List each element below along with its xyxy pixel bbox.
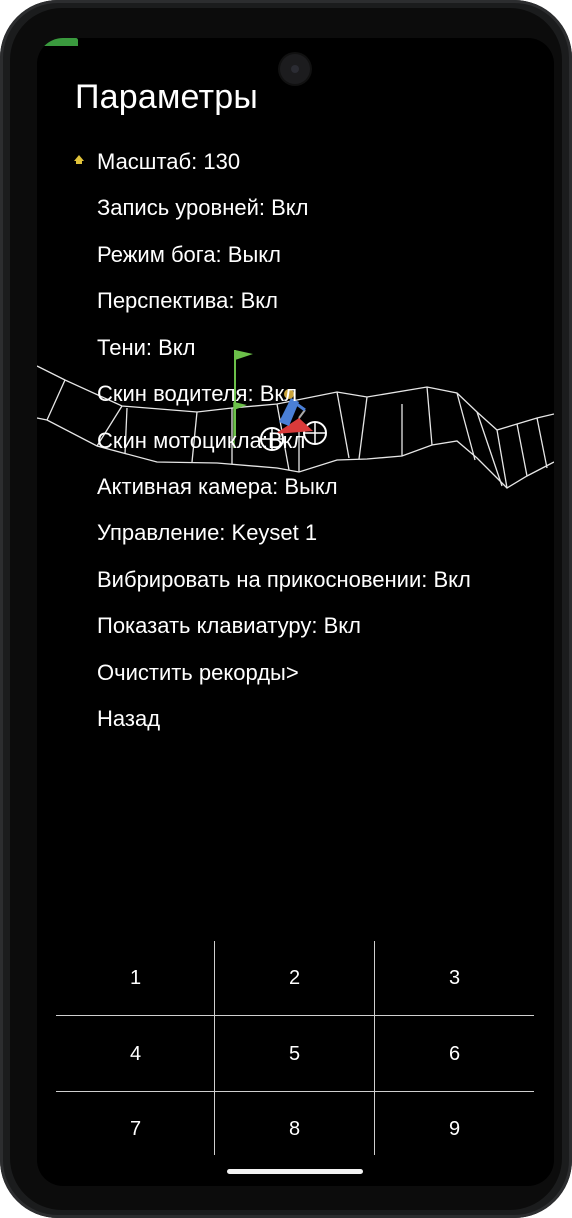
menu-item-active-camera[interactable]: Активная камера: Выкл [97,474,338,500]
menu-item-rider-skin[interactable]: Скин водителя: Вкл [97,381,297,407]
keypad-divider [56,1091,534,1092]
keypad-key-4[interactable]: 4 [56,1019,215,1090]
keypad-key-5[interactable]: 5 [215,1019,374,1090]
keypad-key-2[interactable]: 2 [215,943,374,1014]
menu-item-bike-skin[interactable]: Скин мотоцикла:Вкл [97,428,305,454]
menu-item-god-mode[interactable]: Режим бога: Выкл [97,242,281,268]
selector-arrow-icon [74,155,84,164]
home-gesture-bar[interactable] [227,1169,363,1174]
keypad-key-7[interactable]: 7 [56,1094,215,1165]
settings-menu: Масштаб: 130 Запись уровней: Вкл Режим б… [37,38,554,758]
menu-item-shadows[interactable]: Тени: Вкл [97,335,195,361]
app-screen: Параметры Масштаб: 130 Запись уровней: В… [37,38,554,1186]
menu-item-scale[interactable]: Масштаб: 130 [97,149,240,175]
keypad-key-6[interactable]: 6 [375,1019,534,1090]
menu-item-vibrate[interactable]: Вибрировать на прикосновении: Вкл [97,567,471,593]
on-screen-keypad: 1 2 3 4 5 6 7 8 9 [56,941,534,1155]
menu-item-perspective[interactable]: Перспектива: Вкл [97,288,278,314]
phone-frame: Параметры Масштаб: 130 Запись уровней: В… [0,0,572,1218]
keypad-key-9[interactable]: 9 [375,1094,534,1165]
menu-item-clear-records[interactable]: Очистить рекорды> [97,660,299,686]
menu-item-controls[interactable]: Управление: Keyset 1 [97,520,317,546]
keypad-key-1[interactable]: 1 [56,943,215,1014]
keypad-divider [56,1015,534,1016]
keypad-key-3[interactable]: 3 [375,943,534,1014]
menu-item-level-recording[interactable]: Запись уровней: Вкл [97,195,309,221]
menu-item-back[interactable]: Назад [97,706,160,732]
keypad-key-8[interactable]: 8 [215,1094,374,1165]
phone-bezel: Параметры Масштаб: 130 Запись уровней: В… [10,8,562,1210]
menu-item-show-keyboard[interactable]: Показать клавиатуру: Вкл [97,613,361,639]
